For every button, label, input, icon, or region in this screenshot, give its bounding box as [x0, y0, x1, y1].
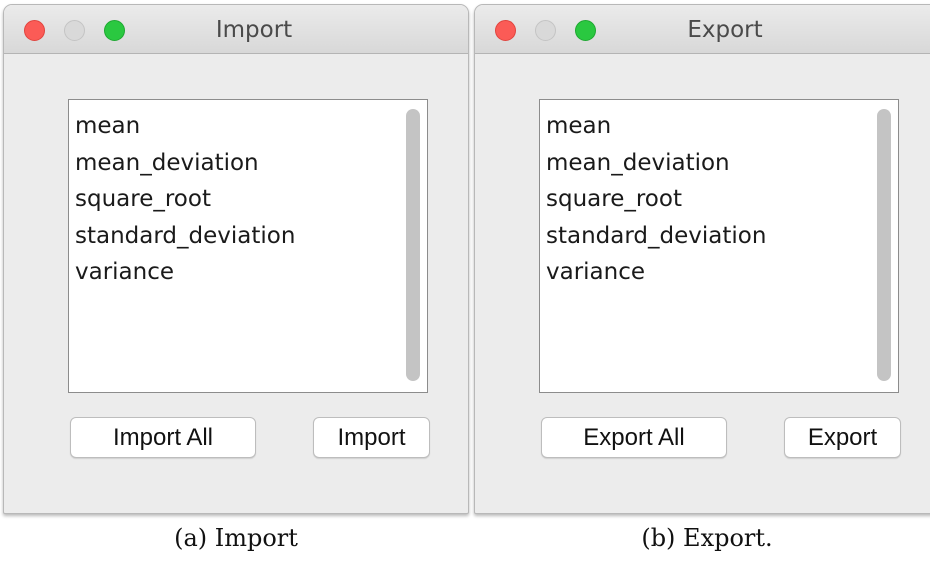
window-title: Export	[687, 17, 763, 43]
list-item[interactable]: variance	[75, 254, 295, 291]
list-item[interactable]: standard_deviation	[75, 218, 295, 255]
list-item[interactable]: mean_deviation	[75, 145, 295, 182]
vertical-scrollbar[interactable]	[872, 100, 898, 392]
list-item[interactable]: mean_deviation	[546, 145, 766, 182]
window-title: Import	[215, 17, 293, 43]
import-all-button[interactable]: Import All	[70, 417, 256, 458]
export-window: Export mean mean_deviation square_root s…	[474, 4, 930, 514]
import-panel: Import mean mean_deviation square_root s…	[3, 0, 469, 561]
import-button[interactable]: Import	[313, 417, 430, 458]
import-titlebar[interactable]: Import	[4, 5, 468, 54]
list-item[interactable]: variance	[546, 254, 766, 291]
scrollbar-thumb[interactable]	[877, 109, 891, 381]
figure-caption: (b) Export.	[641, 524, 773, 552]
import-window: Import mean mean_deviation square_root s…	[3, 4, 469, 514]
list-item[interactable]: mean	[546, 108, 766, 145]
list-item[interactable]: square_root	[75, 181, 295, 218]
list-item[interactable]: standard_deviation	[546, 218, 766, 255]
import-function-list[interactable]: mean mean_deviation square_root standard…	[68, 99, 428, 393]
scrollbar-thumb[interactable]	[406, 109, 420, 381]
export-titlebar[interactable]: Export	[475, 5, 930, 54]
figure-caption: (a) Import	[174, 524, 298, 552]
vertical-scrollbar[interactable]	[401, 100, 427, 392]
export-panel: Export mean mean_deviation square_root s…	[474, 0, 930, 561]
export-function-list[interactable]: mean mean_deviation square_root standard…	[539, 99, 899, 393]
list-item[interactable]: square_root	[546, 181, 766, 218]
export-button[interactable]: Export	[784, 417, 901, 458]
list-item[interactable]: mean	[75, 108, 295, 145]
export-all-button[interactable]: Export All	[541, 417, 727, 458]
